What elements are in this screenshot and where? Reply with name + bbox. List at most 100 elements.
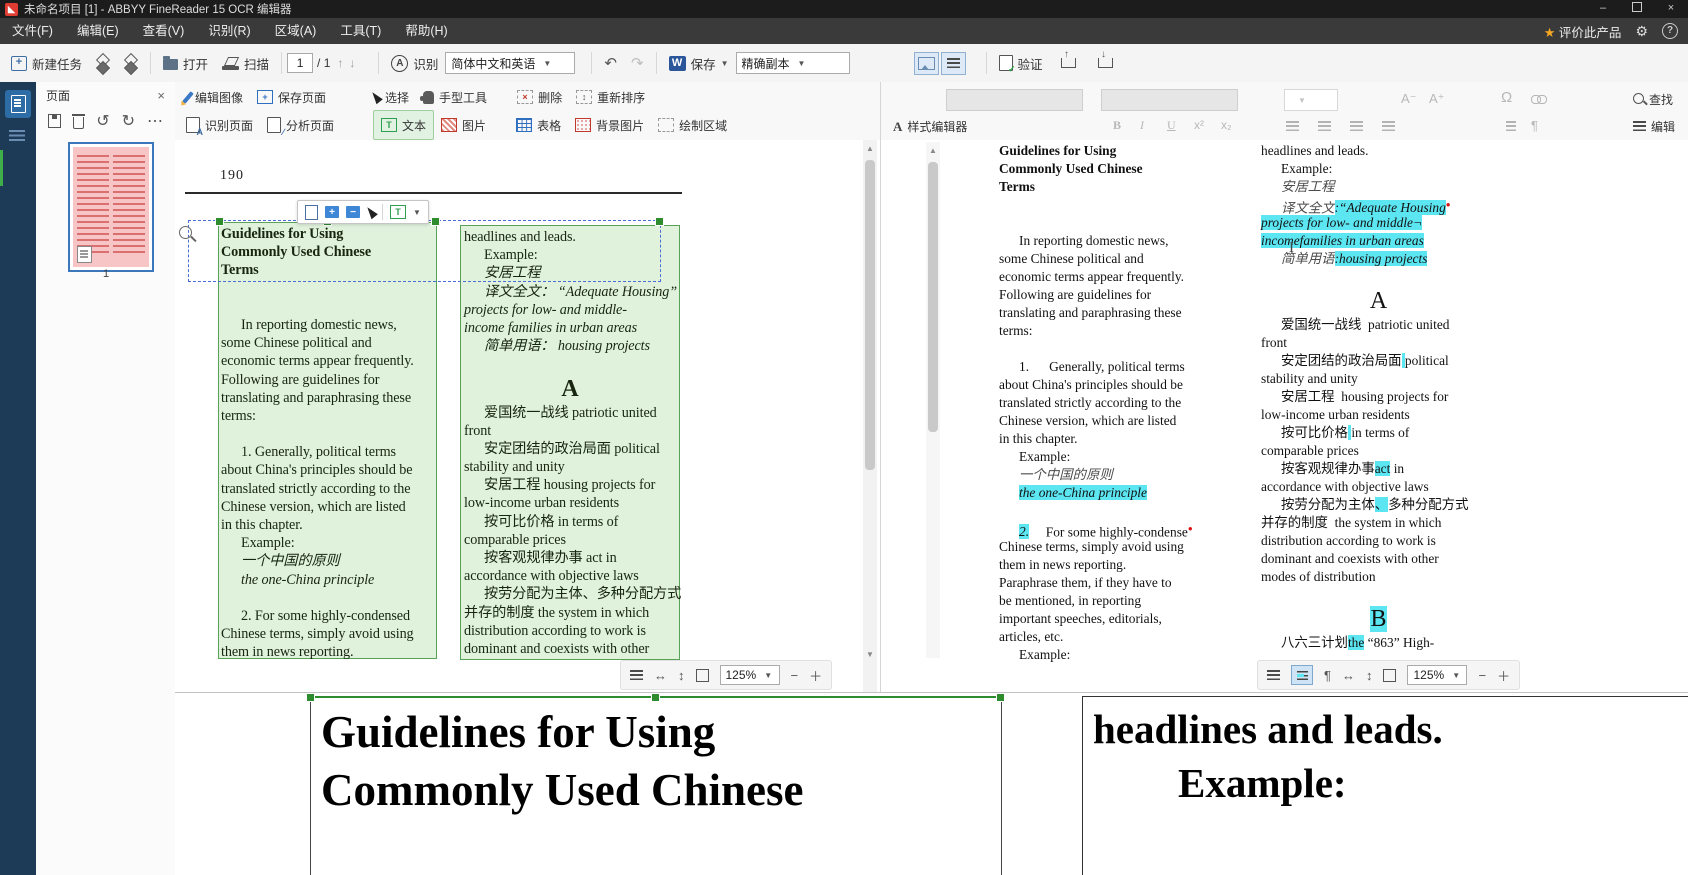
text-region-type-icon[interactable]: T (390, 205, 406, 219)
undo-button[interactable]: ↶ (597, 49, 624, 77)
select-cursor-icon[interactable] (364, 205, 378, 219)
fit-width-icon[interactable]: ↔ (1342, 668, 1355, 683)
new-task-button[interactable]: + 新建任务 (4, 49, 89, 77)
draw-region-button[interactable]: 绘制区域 (651, 111, 734, 139)
ocr-column2-text[interactable]: headlines and leads.Example:安居工程译文全文:“Ad… (1261, 142, 1496, 652)
zoom-in-icon[interactable]: ＋ (809, 666, 822, 685)
region-type-dropdown-icon[interactable]: ▼ (413, 208, 421, 217)
text-zoom-select[interactable]: 125% ▼ (1407, 665, 1467, 685)
scrollbar-thumb[interactable] (865, 160, 875, 470)
zoom-in-icon[interactable]: ＋ (1497, 666, 1510, 685)
show-image-pane-toggle[interactable] (914, 52, 939, 75)
pages-stack-button[interactable] (117, 49, 145, 77)
image-zoom-select[interactable]: 125% ▼ (720, 665, 780, 685)
background-picture-button[interactable]: 背景图片 (568, 111, 651, 139)
scan-button[interactable]: 扫描 (215, 49, 276, 77)
analyze-page-button[interactable]: ∕ 分析页面 (260, 111, 341, 139)
table-region-button[interactable]: 表格 (509, 111, 568, 139)
zoom-out-icon[interactable]: − (1478, 668, 1486, 683)
scrollbar-thumb[interactable] (928, 162, 938, 432)
paragraph-settings-icon[interactable]: ¶ (1531, 118, 1538, 133)
ocr-column1-text[interactable]: Guidelines for UsingCommonly Used Chines… (999, 142, 1237, 664)
style-editor-button[interactable]: A 样式编辑器 (893, 118, 967, 135)
find-button[interactable]: 查找 (1633, 91, 1673, 108)
recognize-page-button[interactable]: A 识别页面 (179, 111, 260, 139)
align-justify-icon[interactable] (1382, 121, 1395, 132)
fit-width-icon[interactable]: ↔ (654, 668, 667, 683)
edit-image-button[interactable]: 编辑图像 (179, 83, 250, 111)
text-scrollbar[interactable]: ▲ (926, 142, 940, 658)
region-list-icon[interactable] (630, 670, 643, 681)
subscript-button[interactable]: x₂ (1221, 118, 1232, 132)
align-right-icon[interactable] (1350, 121, 1363, 132)
scroll-up-icon[interactable]: ▲ (863, 142, 877, 156)
highlight-uncertain-toggle[interactable] (1291, 665, 1313, 685)
image-scrollbar[interactable]: ▲ ▼ (863, 140, 877, 692)
font-name-select[interactable] (946, 89, 1083, 111)
add-pages-button[interactable] (89, 49, 117, 77)
page-number-input[interactable]: 1 (287, 53, 313, 73)
save-page-button[interactable]: + 保存页面 (250, 83, 333, 111)
menu-area[interactable]: 区域(A) (263, 18, 329, 44)
menu-edit[interactable]: 编辑(E) (65, 18, 131, 44)
rotate-right-icon[interactable]: ↻ (122, 111, 135, 131)
font-size-select[interactable] (1101, 89, 1238, 111)
superscript-button[interactable]: x² (1194, 118, 1204, 132)
text-region-button[interactable]: T 文本 (373, 110, 434, 140)
save-word-button[interactable]: W 保存 ▼ (662, 49, 736, 77)
rotate-left-icon[interactable]: ↺ (96, 111, 109, 131)
bold-button[interactable]: B (1113, 118, 1121, 133)
redo-button[interactable]: ↷ (624, 49, 651, 77)
menu-file[interactable]: 文件(F) (0, 18, 65, 44)
scroll-down-icon[interactable]: ▼ (863, 648, 877, 662)
menu-tools[interactable]: 工具(T) (328, 18, 393, 44)
help-icon[interactable]: ? (1662, 23, 1678, 39)
subtract-region-icon[interactable]: − (346, 206, 360, 218)
trash-icon[interactable] (73, 117, 84, 129)
next-error-button[interactable]: ↓ (1087, 49, 1124, 77)
formatting-marks-icon[interactable]: ¶ (1324, 668, 1331, 683)
fit-height-icon[interactable]: ↕ (1366, 668, 1373, 683)
underline-button[interactable]: U (1167, 118, 1176, 133)
previous-page-icon[interactable]: ↑ (334, 56, 346, 70)
select-tool-button[interactable]: 选择 (365, 83, 416, 111)
copy-page-icon[interactable] (305, 205, 318, 220)
open-button[interactable]: 打开 (156, 49, 215, 77)
special-symbol-icon[interactable]: Ω (1501, 89, 1512, 106)
edit-mode-button[interactable]: 编辑 (1633, 118, 1675, 135)
minimize-button[interactable]: – (1586, 0, 1620, 18)
menu-help[interactable]: 帮助(H) (393, 18, 459, 44)
restore-button[interactable] (1620, 0, 1654, 18)
previous-error-button[interactable]: ↑ (1050, 49, 1087, 77)
panel-list-button[interactable] (9, 130, 25, 149)
selection-handle[interactable] (655, 217, 664, 226)
language-select[interactable]: 简体中文和英语 ▼ (445, 52, 575, 74)
rate-product-button[interactable]: ★ 评价此产品 (1544, 22, 1622, 41)
more-options-icon[interactable]: ⋯ (147, 111, 163, 131)
menu-recognize[interactable]: 识别(R) (196, 18, 262, 44)
verify-button[interactable]: ✓ 验证 (992, 49, 1050, 77)
scroll-up-icon[interactable]: ▲ (926, 144, 940, 158)
recognize-button[interactable]: A 识别 (384, 49, 445, 77)
line-spacing-icon[interactable] (1506, 121, 1516, 132)
page-thumbnail[interactable] (68, 142, 154, 272)
scale-select[interactable]: ▼ (1284, 89, 1338, 111)
settings-gear-icon[interactable]: ⚙ (1635, 23, 1648, 40)
zoom-out-icon[interactable]: − (791, 668, 799, 683)
show-text-pane-toggle[interactable] (941, 52, 966, 75)
fit-page-icon[interactable] (1383, 669, 1396, 682)
decrease-font-icon[interactable]: A⁻ (1401, 91, 1417, 107)
save-dropdown-icon[interactable]: ▼ (721, 59, 729, 68)
close-button[interactable]: × (1654, 0, 1688, 18)
menu-view[interactable]: 查看(V) (131, 18, 197, 44)
fit-page-icon[interactable] (696, 669, 709, 682)
align-center-icon[interactable] (1318, 121, 1331, 132)
picture-region-button[interactable]: 图片 (434, 111, 493, 139)
increase-font-icon[interactable]: A⁺ (1429, 91, 1445, 107)
fit-height-icon[interactable]: ↕ (678, 668, 685, 683)
close-panel-icon[interactable]: × (157, 88, 165, 103)
hand-tool-button[interactable]: 手型工具 (416, 83, 494, 111)
format-mode-select[interactable]: 精确副本 ▼ (736, 52, 850, 74)
text-list-icon[interactable] (1267, 670, 1280, 681)
add-region-icon[interactable]: + (325, 206, 339, 218)
